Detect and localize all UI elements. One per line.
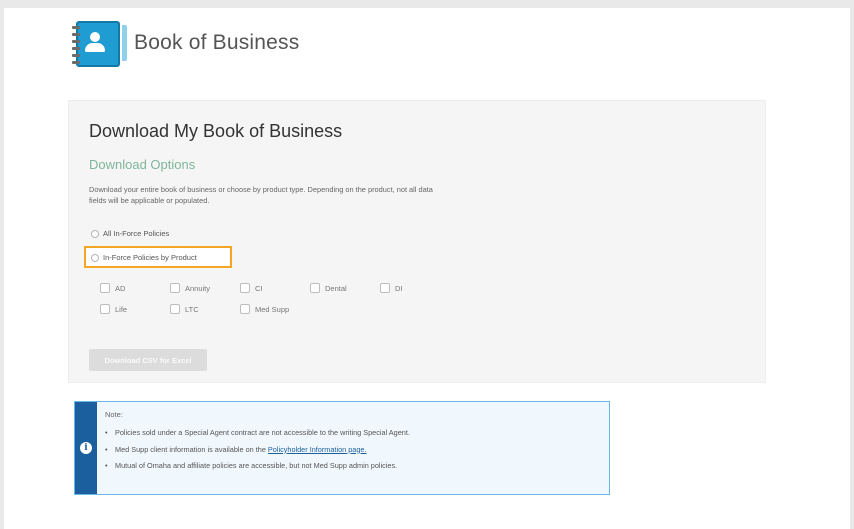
address-book-icon — [72, 17, 127, 69]
checkbox-di[interactable]: DI — [380, 283, 403, 293]
checkbox[interactable] — [380, 283, 390, 293]
checkbox-ltc[interactable]: LTC — [170, 304, 199, 314]
checkbox[interactable] — [170, 304, 180, 314]
list-item: • Policies sold under a Special Agent con… — [105, 428, 410, 437]
radio-label: All In-Force Policies — [103, 229, 170, 238]
checkbox-ci[interactable]: CI — [240, 283, 263, 293]
page-header: Book of Business — [72, 15, 299, 71]
checkbox-label: DI — [395, 283, 403, 293]
checkbox-label: Dental — [325, 283, 347, 293]
panel-description: Download your entire book of business or… — [89, 185, 433, 205]
checkbox-label: AD — [115, 283, 126, 293]
radio-button[interactable] — [91, 229, 99, 238]
checkbox-med-supp[interactable]: Med Supp — [240, 304, 289, 314]
note-box: i Note: • Policies sold under a Special A… — [74, 401, 610, 495]
checkbox-label: LTC — [185, 304, 199, 314]
checkbox-ad[interactable]: AD — [100, 283, 125, 293]
download-options-heading: Download Options — [89, 157, 196, 172]
radio-all-in-force[interactable]: All In-Force Policies — [91, 229, 169, 238]
list-item: • Med Supp client information is availabl… — [105, 444, 367, 454]
radio-label: In-Force Policies by Product — [103, 253, 197, 262]
note-label: Note: — [105, 410, 123, 419]
panel-title: Download My Book of Business — [89, 121, 343, 141]
policyholder-information-link[interactable]: Policyholder Information page. — [268, 445, 367, 454]
checkbox[interactable] — [100, 304, 110, 314]
checkbox-label: Annuity — [185, 283, 211, 293]
checkbox-label: CI — [255, 283, 263, 293]
download-csv-button[interactable]: Download CSV for Excel — [89, 349, 207, 371]
radio-button[interactable] — [91, 253, 99, 262]
checkbox[interactable] — [310, 283, 320, 293]
download-panel: Download My Book of Business Download Op… — [68, 100, 766, 383]
checkbox[interactable] — [240, 283, 250, 293]
checkbox-annuity[interactable]: Annuity — [170, 283, 210, 293]
note-list: • Policies sold under a Special Agent con… — [105, 428, 410, 478]
page-title: Book of Business — [134, 31, 300, 54]
checkbox-label: Med Supp — [255, 304, 290, 314]
checkbox[interactable] — [100, 283, 110, 293]
checkbox-life[interactable]: Life — [100, 304, 127, 314]
checkbox-label: Life — [115, 304, 128, 314]
info-icon: i — [80, 442, 92, 454]
list-item: • Mutual of Omaha and affiliate policies … — [105, 461, 398, 471]
radio-by-product[interactable]: In-Force Policies by Product — [91, 253, 197, 262]
checkbox-dental[interactable]: Dental — [310, 283, 347, 293]
checkbox[interactable] — [240, 304, 250, 314]
checkbox[interactable] — [170, 283, 180, 293]
